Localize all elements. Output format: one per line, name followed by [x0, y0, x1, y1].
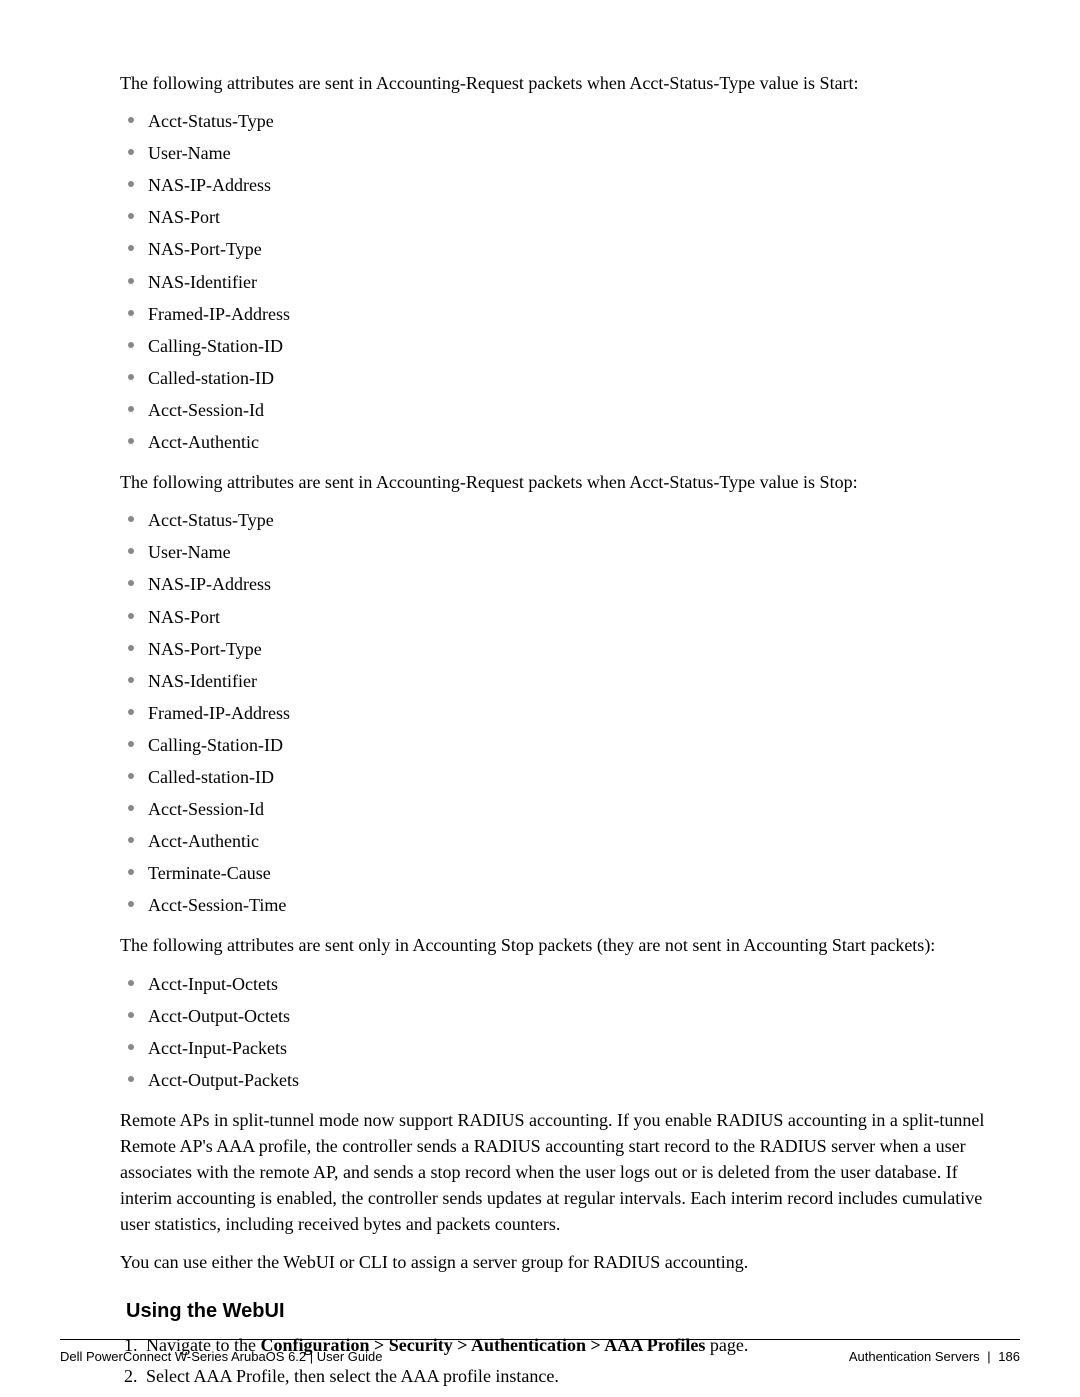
document-page: The following attributes are sent in Acc… — [0, 0, 1080, 1397]
list-item: Acct-Authentic — [120, 429, 1005, 455]
paragraph-intro-start: The following attributes are sent in Acc… — [120, 70, 1005, 96]
list-stop-attributes: Acct-Status-Type User-Name NAS-IP-Addres… — [120, 507, 1005, 918]
list-item: NAS-Port — [120, 604, 1005, 630]
list-item: Calling-Station-ID — [120, 333, 1005, 359]
list-item: Acct-Output-Packets — [120, 1067, 1005, 1093]
list-item: Acct-Authentic — [120, 828, 1005, 854]
list-item: Acct-Input-Octets — [120, 971, 1005, 997]
list-item: Acct-Output-Octets — [120, 1003, 1005, 1029]
list-item: NAS-Identifier — [120, 269, 1005, 295]
paragraph-you-can-use: You can use either the WebUI or CLI to a… — [120, 1249, 1005, 1275]
list-start-attributes: Acct-Status-Type User-Name NAS-IP-Addres… — [120, 108, 1005, 455]
list-item: Acct-Input-Packets — [120, 1035, 1005, 1061]
paragraph-intro-stop: The following attributes are sent in Acc… — [120, 469, 1005, 495]
list-item: NAS-Port-Type — [120, 636, 1005, 662]
list-item: NAS-Identifier — [120, 668, 1005, 694]
footer-section: Authentication Servers — [849, 1349, 980, 1364]
page-footer: Dell PowerConnect W-Series ArubaOS 6.2 |… — [60, 1339, 1020, 1367]
list-item: NAS-IP-Address — [120, 172, 1005, 198]
footer-page-number: 186 — [998, 1349, 1020, 1364]
list-item: NAS-Port — [120, 204, 1005, 230]
list-item: Acct-Session-Id — [120, 397, 1005, 423]
footer-left: Dell PowerConnect W-Series ArubaOS 6.2 |… — [60, 1348, 383, 1367]
list-item: Acct-Session-Id — [120, 796, 1005, 822]
list-only-stop-attributes: Acct-Input-Octets Acct-Output-Octets Acc… — [120, 971, 1005, 1093]
footer-divider: | — [987, 1349, 990, 1364]
list-item: Called-station-ID — [120, 365, 1005, 391]
list-item: Acct-Status-Type — [120, 108, 1005, 134]
list-item: NAS-IP-Address — [120, 571, 1005, 597]
paragraph-remote-aps: Remote APs in split-tunnel mode now supp… — [120, 1107, 1005, 1237]
paragraph-intro-only-stop: The following attributes are sent only i… — [120, 932, 1005, 958]
list-item: Terminate-Cause — [120, 860, 1005, 886]
list-item: NAS-Port-Type — [120, 236, 1005, 262]
list-item: Called-station-ID — [120, 764, 1005, 790]
footer-right: Authentication Servers | 186 — [849, 1348, 1020, 1367]
heading-using-webui: Using the WebUI — [126, 1297, 1005, 1326]
list-item: Calling-Station-ID — [120, 732, 1005, 758]
list-item: User-Name — [120, 539, 1005, 565]
list-item: Acct-Session-Time — [120, 892, 1005, 918]
list-item: Acct-Status-Type — [120, 507, 1005, 533]
list-item: Framed-IP-Address — [120, 301, 1005, 327]
list-item: User-Name — [120, 140, 1005, 166]
list-item: Framed-IP-Address — [120, 700, 1005, 726]
